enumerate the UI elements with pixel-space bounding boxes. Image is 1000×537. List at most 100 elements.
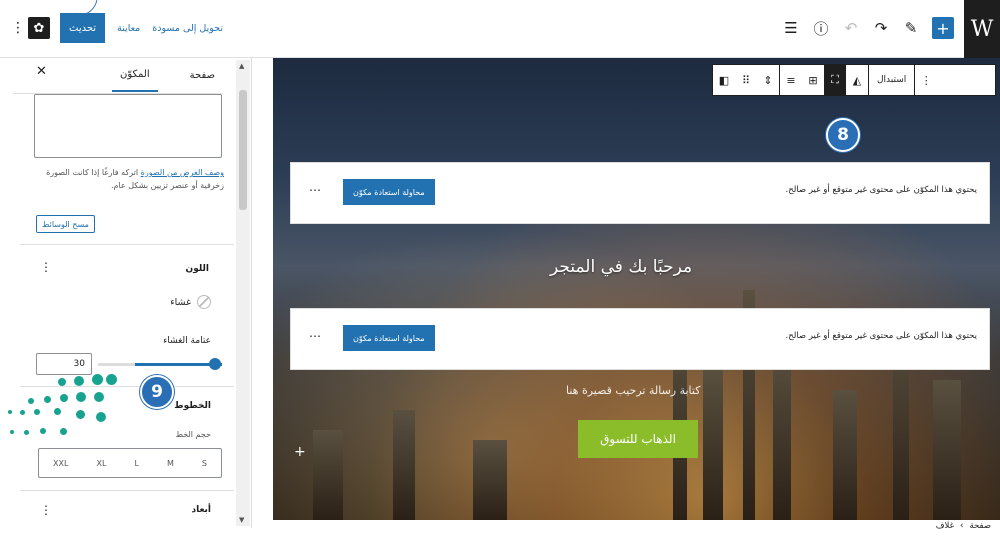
block-warning: يحتوي هذا المكوّن على محتوى غير متوقع أو…: [290, 162, 990, 224]
scroll-up-arrow-icon[interactable]: ▲: [239, 62, 244, 70]
dot: [76, 410, 85, 419]
color-options-kebab-icon[interactable]: ⋮: [40, 260, 52, 274]
decorative-dots: [8, 372, 117, 440]
dot: [96, 412, 106, 422]
warning-more-icon[interactable]: ⋯: [309, 329, 321, 343]
warning-more-icon[interactable]: ⋯: [309, 183, 321, 197]
wordpress-logo-icon[interactable]: W: [964, 0, 1000, 58]
hero-subtitle[interactable]: كتابة رسالة ترحيب قصيرة هنا: [566, 384, 700, 397]
breadcrumb: صفحة › غلاف: [933, 521, 994, 531]
undo-icon[interactable]: ↶: [842, 17, 860, 39]
editor-top-bar: W ☰ ⓘ ↶ ↷ ✎ + ⋮ ✿ تحديث معاينة تحويل إلى…: [0, 0, 1000, 58]
dot: [24, 430, 29, 435]
settings-sidebar: ▲ ▼ المكوّن صفحة ✕ وصف الغرض من الصورة ا…: [0, 58, 252, 528]
overlay-color-row[interactable]: غشاء: [170, 295, 211, 309]
dot: [58, 378, 66, 386]
block-toolbar: ◧ ⠿ ⇕ ≡ ⊞ ⛶ ◭ استبدال ⋮: [712, 64, 996, 96]
overlay-opacity-slider[interactable]: [98, 363, 222, 366]
settings-gear-icon[interactable]: ✿: [28, 17, 50, 39]
duotone-icon[interactable]: ◭: [846, 65, 868, 95]
content-position-icon[interactable]: ⊞: [802, 65, 824, 95]
go-shopping-button[interactable]: الذهاب للتسوق: [578, 420, 698, 458]
update-button[interactable]: تحديث: [60, 13, 106, 43]
options-kebab-icon[interactable]: ⋮: [8, 13, 28, 43]
scroll-down-arrow-icon[interactable]: ▼: [239, 516, 244, 524]
divider: [20, 490, 234, 491]
font-size-option[interactable]: L: [134, 459, 138, 468]
dot: [10, 430, 14, 434]
typography-panel-title[interactable]: الخطوط: [174, 401, 211, 411]
list-view-icon[interactable]: ☰: [782, 17, 800, 39]
alt-text-help: وصف الغرض من الصورة اتركه فارغًا إذا كان…: [34, 166, 224, 192]
preview-link[interactable]: معاينة: [117, 23, 140, 34]
overlay-opacity-slider-knob[interactable]: [209, 358, 221, 370]
step-badge-8: 8: [826, 118, 860, 152]
font-size-option[interactable]: XL: [96, 459, 106, 468]
overlay-label: غشاء: [170, 296, 191, 308]
alt-help-link[interactable]: وصف الغرض من الصورة: [141, 168, 224, 177]
redo-icon[interactable]: ↷: [872, 17, 890, 39]
font-size-option[interactable]: XXL: [53, 459, 68, 468]
warning-text: يحتوي هذا المكوّن على محتوى غير متوقع أو…: [785, 185, 977, 195]
dimensions-options-kebab-icon[interactable]: ⋮: [40, 503, 52, 517]
dot: [34, 409, 40, 415]
top-toolbar-tools: ☰ ⓘ ↶ ↷ ✎ +: [782, 17, 954, 39]
full-height-icon[interactable]: ⛶: [824, 65, 846, 95]
add-block-plus-icon[interactable]: +: [294, 444, 306, 460]
block-warning: يحتوي هذا المكوّن على محتوى غير متوقع أو…: [290, 308, 990, 370]
move-up-down-icon[interactable]: ⇕: [757, 65, 779, 95]
city-building: [833, 390, 857, 520]
drag-handle-icon[interactable]: ⠿: [735, 65, 757, 95]
switch-to-draft-link[interactable]: تحويل إلى مسودة: [152, 23, 223, 34]
divider: [20, 244, 234, 245]
step-badge-9: 9: [140, 375, 174, 409]
dot: [20, 410, 25, 415]
dot: [92, 374, 103, 385]
info-icon[interactable]: ⓘ: [812, 17, 830, 39]
cover-block-icon[interactable]: ◧: [713, 65, 735, 95]
hero-heading[interactable]: مرحبًا بك في المتجر: [550, 257, 692, 277]
pencil-icon[interactable]: ✎: [902, 17, 920, 39]
dot: [94, 392, 104, 402]
overlay-opacity-label: عتامة الغشاء: [163, 336, 211, 346]
dot: [60, 394, 68, 402]
sidebar-scrollbar[interactable]: ▲ ▼: [236, 60, 250, 526]
dot: [40, 428, 46, 434]
color-panel-title[interactable]: اللون: [186, 264, 209, 274]
block-options-kebab-icon[interactable]: ⋮: [915, 65, 937, 95]
dot: [106, 374, 117, 385]
city-building: [473, 440, 507, 520]
dot: [8, 410, 12, 414]
font-size-toggle-group[interactable]: XXL XL L M S: [38, 448, 222, 478]
overlay-swatch-icon: [197, 295, 211, 309]
city-building: [313, 430, 343, 520]
dimensions-panel-title[interactable]: أبعاد: [191, 505, 211, 515]
city-building: [703, 370, 723, 520]
alt-text-textarea[interactable]: [34, 94, 222, 158]
font-size-option[interactable]: S: [202, 459, 207, 468]
breadcrumb-item[interactable]: صفحة: [969, 521, 991, 531]
align-icon[interactable]: ≡: [780, 65, 802, 95]
font-size-label: حجم الخط: [175, 430, 211, 439]
replace-button[interactable]: استبدال: [869, 65, 914, 95]
tab-page[interactable]: صفحة: [182, 60, 223, 91]
attempt-recovery-button[interactable]: محاولة استعادة مكوّن: [343, 179, 435, 205]
dot: [74, 376, 84, 386]
clear-media-button[interactable]: مسح الوسائط: [36, 215, 95, 233]
font-size-option[interactable]: M: [167, 459, 174, 468]
dot: [54, 408, 61, 415]
warning-text: يحتوي هذا المكوّن على محتوى غير متوقع أو…: [785, 331, 977, 341]
breadcrumb-separator: ›: [960, 521, 964, 531]
attempt-recovery-button[interactable]: محاولة استعادة مكوّن: [343, 325, 435, 351]
tab-block[interactable]: المكوّن: [111, 59, 158, 92]
city-building: [933, 380, 961, 520]
city-building: [393, 410, 415, 520]
add-block-button[interactable]: +: [932, 17, 954, 39]
dot: [44, 396, 51, 403]
close-sidebar-icon[interactable]: ✕: [36, 64, 47, 79]
dot: [60, 428, 67, 435]
breadcrumb-item[interactable]: غلاف: [936, 521, 954, 531]
dot: [28, 398, 34, 404]
city-building: [773, 350, 791, 520]
sidebar-scroll-thumb[interactable]: [239, 90, 247, 210]
